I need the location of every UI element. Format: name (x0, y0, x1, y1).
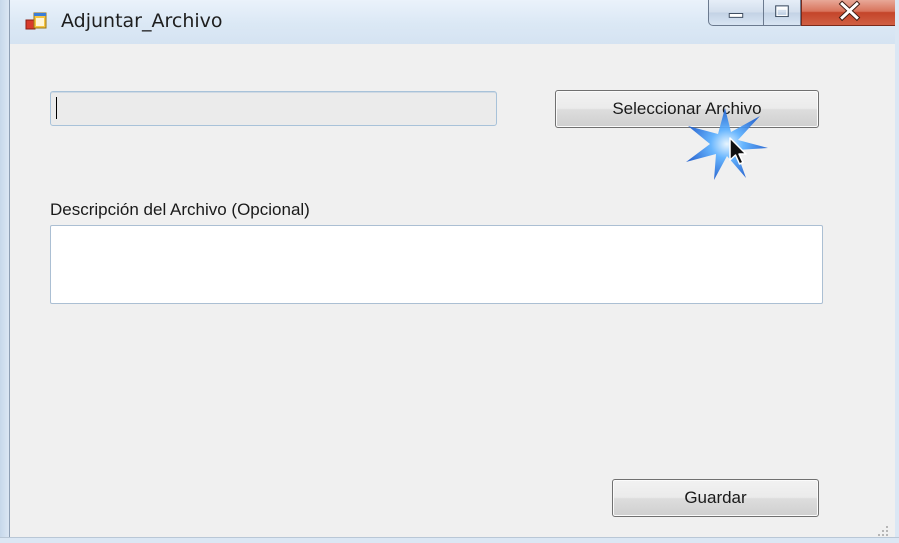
save-button[interactable]: Guardar (612, 479, 819, 517)
resize-grip-icon[interactable] (874, 522, 890, 538)
text-caret (56, 97, 57, 119)
close-icon (838, 0, 861, 22)
file-path-input[interactable] (50, 91, 497, 126)
title-bar[interactable]: Adjuntar_Archivo (0, 0, 899, 44)
select-file-button[interactable]: Seleccionar Archivo (555, 90, 819, 128)
minimize-button[interactable] (708, 0, 764, 26)
description-label: Descripción del Archivo (Opcional) (50, 200, 310, 219)
close-button[interactable] (801, 0, 899, 26)
minimize-icon (728, 13, 744, 18)
maximize-icon (775, 5, 789, 18)
maximize-button[interactable] (764, 0, 801, 26)
window-left-border (0, 0, 10, 543)
description-textarea[interactable] (50, 225, 823, 304)
window-right-border (895, 0, 899, 543)
window-bottom-border (0, 537, 899, 543)
windows-form-icon (25, 12, 47, 30)
app-window: Adjuntar_Archivo Seleccionar Archivo Des… (0, 0, 899, 543)
window-title: Adjuntar_Archivo (61, 10, 223, 32)
